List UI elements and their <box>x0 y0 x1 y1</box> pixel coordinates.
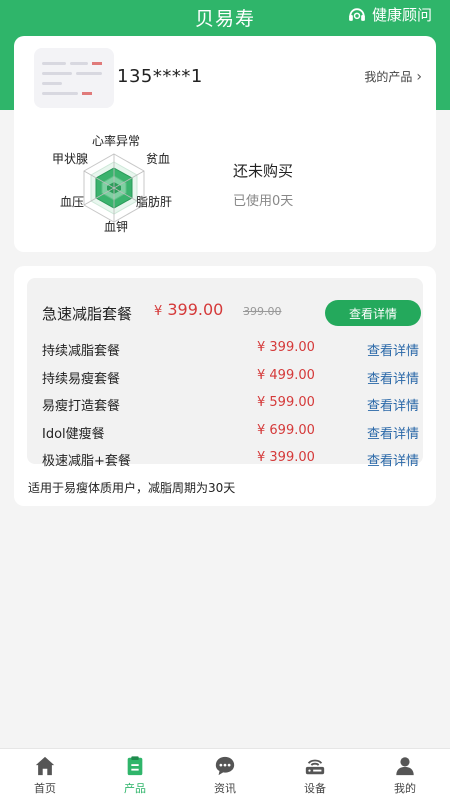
package-name: 极速减脂+套餐 <box>42 454 131 469</box>
my-products-label: 我的产品 <box>364 70 413 84</box>
package-price: ¥ 599.00 <box>257 395 315 410</box>
home-icon <box>35 756 55 776</box>
tab-products[interactable]: 产品 <box>90 749 180 800</box>
health-consultant-button[interactable]: 健康顾问 <box>347 4 432 25</box>
tab-label: 设备 <box>304 782 326 795</box>
user-phone: 135****1 <box>117 66 203 87</box>
package-name: Idol健瘦餐 <box>42 427 105 442</box>
radar-label-arrhythmia: 心率异常 <box>92 134 141 148</box>
tab-label: 我的 <box>394 782 416 795</box>
profile-card: 135****1 我的产品 › 心率异常 贫血 脂肪肝 血钾 血压 甲状腺 还未… <box>14 36 436 252</box>
package-row: 易瘦打造套餐 ¥ 599.00 查看详情 <box>27 391 423 417</box>
tab-label: 资讯 <box>214 782 236 795</box>
user-icon <box>396 757 414 776</box>
featured-price-value: 399.00 <box>167 300 224 319</box>
tab-label: 产品 <box>124 782 146 795</box>
avatar[interactable] <box>34 48 114 108</box>
radar-label-fatty-liver: 脂肪肝 <box>136 195 173 209</box>
featured-package-price: ¥ 399.00 <box>154 300 223 319</box>
chat-bubble-icon <box>215 756 235 776</box>
package-row: 极速减脂+套餐 ¥ 399.00 查看详情 <box>27 446 423 472</box>
view-details-link[interactable]: 查看详情 <box>367 368 419 387</box>
radar-label-potassium: 血钾 <box>104 220 129 234</box>
router-icon <box>305 759 325 775</box>
view-details-link[interactable]: 查看详情 <box>367 450 419 469</box>
health-consultant-label: 健康顾问 <box>371 6 432 24</box>
chevron-right-icon: › <box>416 68 422 85</box>
package-row: Idol健瘦餐 ¥ 699.00 查看详情 <box>27 419 423 445</box>
package-price: ¥ 399.00 <box>257 450 315 465</box>
package-price: ¥ 699.00 <box>257 423 315 438</box>
package-row: 持续减脂套餐 ¥ 399.00 查看详情 <box>27 336 423 362</box>
headset-icon <box>349 7 365 21</box>
purchase-status: 还未购买 <box>233 162 294 180</box>
view-details-link[interactable]: 查看详情 <box>367 423 419 442</box>
radar-label-anemia: 贫血 <box>146 152 171 166</box>
view-details-link[interactable]: 查看详情 <box>367 340 419 359</box>
used-days: 已使用0天 <box>233 194 294 209</box>
view-details-link[interactable]: 查看详情 <box>367 395 419 414</box>
package-note: 适用于易瘦体质用户，减脂周期为30天 <box>28 481 236 495</box>
tab-label: 首页 <box>34 782 56 795</box>
package-price: ¥ 399.00 <box>257 340 315 355</box>
health-radar-chart: 心率异常 贫血 脂肪肝 血钾 血压 甲状腺 <box>44 132 204 238</box>
featured-view-details-button[interactable]: 查看详情 <box>325 300 421 326</box>
my-products-link[interactable]: 我的产品 › <box>364 68 422 85</box>
currency-symbol: ¥ <box>154 304 163 319</box>
package-name: 持续易瘦套餐 <box>42 372 121 387</box>
bottom-tab-bar: 首页 产品 资讯 设备 我的 <box>0 748 450 800</box>
tab-news[interactable]: 资讯 <box>180 749 270 800</box>
tab-devices[interactable]: 设备 <box>270 749 360 800</box>
radar-label-blood-pressure: 血压 <box>60 195 85 209</box>
featured-package-name: 急速减脂套餐 <box>42 305 133 323</box>
package-list: 急速减脂套餐 ¥ 399.00 399.00 查看详情 持续减脂套餐 ¥ 399… <box>27 278 423 469</box>
clipboard-icon <box>127 756 143 776</box>
tab-mine[interactable]: 我的 <box>360 749 450 800</box>
package-name: 易瘦打造套餐 <box>42 399 121 414</box>
featured-original-price: 399.00 <box>243 305 282 318</box>
package-price: ¥ 499.00 <box>257 368 315 383</box>
package-row: 持续易瘦套餐 ¥ 499.00 查看详情 <box>27 364 423 390</box>
radar-label-thyroid: 甲状腺 <box>52 152 89 166</box>
tab-home[interactable]: 首页 <box>0 749 90 800</box>
products-card: 急速减脂套餐 ¥ 399.00 399.00 查看详情 持续减脂套餐 ¥ 399… <box>14 266 436 506</box>
package-name: 持续减脂套餐 <box>42 344 121 359</box>
